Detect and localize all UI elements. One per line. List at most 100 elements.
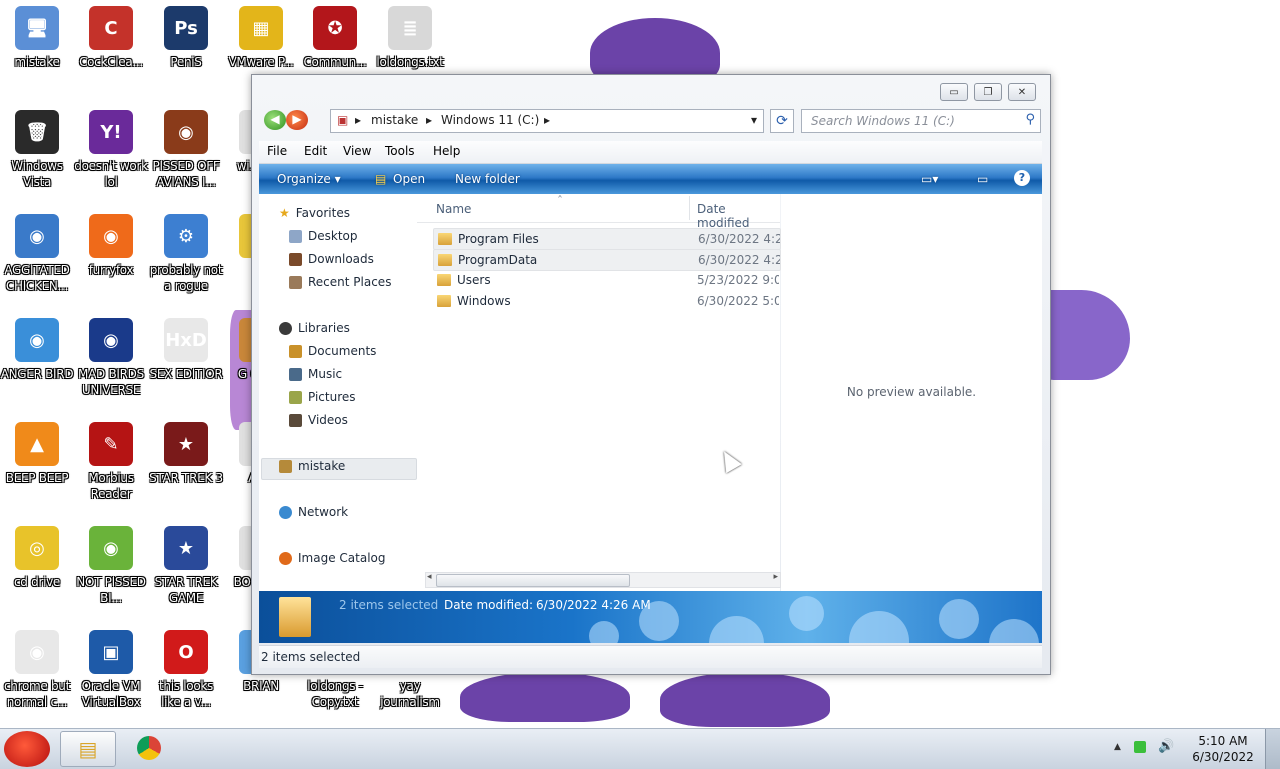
column-separator[interactable] bbox=[689, 196, 690, 220]
preview-message: No preview available. bbox=[846, 385, 977, 399]
column-date-modified[interactable]: Date modified bbox=[697, 202, 780, 230]
desktop-icon-label: ANGER BIRD bbox=[0, 367, 74, 381]
file-row[interactable]: Windows 6/30/2022 5:09 bbox=[433, 291, 779, 311]
maximize-button[interactable]: ❐ bbox=[974, 83, 1002, 101]
horizontal-scrollbar[interactable]: ◂ ▸ bbox=[425, 572, 781, 588]
nav-label: Pictures bbox=[308, 390, 356, 404]
desktop-icon-28[interactable]: Othis looks like a v... bbox=[149, 630, 223, 710]
nav-item-videos[interactable]: Videos bbox=[289, 413, 348, 427]
desktop-icon-6[interactable]: 🗑 Windows Vista bbox=[0, 110, 74, 190]
column-name[interactable]: Name bbox=[436, 202, 471, 216]
menu-tools[interactable]: Tools bbox=[385, 144, 415, 158]
nav-item-desktop[interactable]: Desktop bbox=[289, 229, 358, 243]
desktop-icon-8[interactable]: ◉ PISSED OFF AVIANS I... bbox=[149, 110, 223, 190]
menu-file[interactable]: File bbox=[267, 144, 287, 158]
nav-label: Music bbox=[308, 367, 343, 381]
desktop-icon-23[interactable]: ◉ NOT PISSED BI... bbox=[74, 526, 148, 606]
desktop-icon-1[interactable]: C CockClea... bbox=[74, 6, 148, 70]
nav-item-music[interactable]: Music bbox=[289, 367, 342, 381]
desktop-icon-20[interactable]: ★ STAR TREK 3 bbox=[149, 422, 223, 486]
desktop-icon-label: AGGITATED CHICKEN... bbox=[4, 263, 70, 293]
scroll-right-icon[interactable]: ▸ bbox=[773, 572, 778, 582]
desktop-icon-4[interactable]: ✪ Commun... bbox=[298, 6, 372, 70]
desktop-icon-16[interactable]: HxD SEX EDITIOR bbox=[149, 318, 223, 382]
volume-icon[interactable]: 🔊 bbox=[1158, 739, 1174, 754]
nav-label: mistake bbox=[298, 459, 346, 473]
back-button[interactable]: ◀ bbox=[264, 110, 286, 130]
menu-help[interactable]: Help bbox=[433, 144, 460, 158]
desktop-icon-label: VMware P... bbox=[228, 55, 294, 69]
desktop-icon-label: SEX EDITIOR bbox=[149, 367, 223, 381]
desktop-icon-27[interactable]: ▣ Oracle VM VirtualBox bbox=[74, 630, 148, 710]
file-row[interactable]: ProgramData 6/30/2022 4:26 bbox=[433, 249, 781, 271]
bubble-decoration bbox=[709, 616, 764, 643]
forward-button[interactable]: ▶ bbox=[286, 110, 308, 130]
network-status-icon[interactable] bbox=[1134, 741, 1146, 753]
desktop-icon-15[interactable]: ◉ MAD BIRDS UNIVERSE bbox=[74, 318, 148, 398]
views-icon[interactable]: ▭▾ bbox=[921, 172, 938, 186]
libraries-item[interactable]: Libraries bbox=[279, 321, 350, 335]
desktop-app-icon: ◉ bbox=[15, 214, 59, 258]
tray-expand-icon[interactable]: ▲ bbox=[1114, 742, 1121, 752]
bubble-decoration bbox=[789, 596, 824, 631]
favorites-item[interactable]: ★ Favorites bbox=[279, 206, 350, 220]
search-input[interactable]: Search Windows 11 (C:) ⚲ bbox=[801, 109, 1041, 133]
desktop-icon-7[interactable]: Y! doesn't work lol bbox=[74, 110, 148, 190]
desktop-icon-5[interactable]: ≣ loldongs.txt bbox=[373, 6, 447, 70]
minimize-button[interactable]: ▭ bbox=[940, 83, 968, 101]
user-folder-icon bbox=[279, 459, 292, 473]
desktop-icon-26[interactable]: ◉ chrome but normal c... bbox=[0, 630, 74, 710]
file-row[interactable]: Users 5/23/2022 9:03 bbox=[433, 270, 779, 290]
new-folder-button[interactable]: New folder bbox=[455, 172, 520, 186]
nav-item-network[interactable]: Network bbox=[279, 505, 348, 519]
menu-bar: File Edit View Tools Help bbox=[259, 141, 1042, 164]
desktop-icon-label: yay journalism bbox=[380, 679, 440, 709]
menu-edit[interactable]: Edit bbox=[304, 144, 327, 158]
desktop-icon-18[interactable]: ▲ BEEP BEEP bbox=[0, 422, 74, 486]
scrollbar-thumb[interactable] bbox=[436, 574, 630, 587]
folder-icon bbox=[438, 233, 452, 245]
nav-item-recent-places[interactable]: Recent Places bbox=[289, 275, 391, 289]
close-button[interactable]: ✕ bbox=[1008, 83, 1036, 101]
refresh-button[interactable]: ⟳ bbox=[770, 109, 794, 133]
desktop-icon-2[interactable]: Ps PeniS bbox=[149, 6, 223, 70]
nav-label: Recent Places bbox=[308, 275, 392, 289]
nav-item-documents[interactable]: Documents bbox=[289, 344, 376, 358]
folder-icon bbox=[437, 274, 451, 286]
start-button[interactable] bbox=[4, 731, 50, 767]
address-bar[interactable]: ▣ ▸ mistake ▸ Windows 11 (C:) ▸ ▾ bbox=[330, 109, 764, 133]
nav-item-user[interactable]: mistake bbox=[279, 459, 345, 473]
desktop-icon-19[interactable]: ✎ Morbius Reader bbox=[74, 422, 148, 502]
organize-button[interactable]: Organize ▾ bbox=[277, 172, 341, 186]
file-row[interactable]: Program Files 6/30/2022 4:26 bbox=[433, 228, 781, 250]
desktop-icon-22[interactable]: ◎ cd drive bbox=[0, 526, 74, 590]
show-desktop-button[interactable] bbox=[1265, 729, 1280, 769]
nav-item-image-catalog[interactable]: Image Catalog bbox=[279, 551, 385, 565]
taskbar-chrome[interactable] bbox=[122, 731, 176, 765]
libraries-label: Libraries bbox=[298, 321, 350, 335]
desktop-icon-24[interactable]: ★ STAR TREK GAME bbox=[149, 526, 223, 606]
videos-icon bbox=[289, 413, 302, 427]
desktop-icon-label: this looks like a v... bbox=[159, 679, 213, 709]
preview-pane-icon[interactable]: ▭ bbox=[977, 172, 988, 186]
desktop-icon-label: CockClea... bbox=[79, 55, 143, 69]
breadcrumb-mistake[interactable]: mistake bbox=[371, 113, 418, 127]
menu-view[interactable]: View bbox=[343, 144, 371, 158]
nav-item-downloads[interactable]: Downloads bbox=[289, 252, 374, 266]
desktop-icon-0[interactable]: 🖥 mistake bbox=[0, 6, 74, 70]
clock[interactable]: 5:10 AM 6/30/2022 bbox=[1190, 733, 1256, 765]
breadcrumb-drive[interactable]: Windows 11 (C:) bbox=[441, 113, 539, 127]
help-icon[interactable]: ? bbox=[1014, 170, 1030, 186]
open-button[interactable]: Open bbox=[393, 172, 425, 186]
desktop-icon-11[interactable]: ◉ furryfox bbox=[74, 214, 148, 278]
taskbar-explorer[interactable]: ▤ bbox=[60, 731, 116, 767]
desktop-icon-10[interactable]: ◉ AGGITATED CHICKEN... bbox=[0, 214, 74, 294]
desktop-icon-3[interactable]: ▦ VMware P... bbox=[224, 6, 298, 70]
desktop-icon-label: BEEP BEEP bbox=[5, 471, 69, 485]
desktop-app-icon: O bbox=[164, 630, 208, 674]
desktop-icon-12[interactable]: ⚙ probably not a rogue bbox=[149, 214, 223, 294]
nav-item-pictures[interactable]: Pictures bbox=[289, 390, 356, 404]
address-dropdown-icon[interactable]: ▾ bbox=[751, 113, 757, 127]
scroll-left-icon[interactable]: ◂ bbox=[427, 572, 432, 582]
desktop-icon-14[interactable]: ◉ ANGER BIRD bbox=[0, 318, 74, 382]
